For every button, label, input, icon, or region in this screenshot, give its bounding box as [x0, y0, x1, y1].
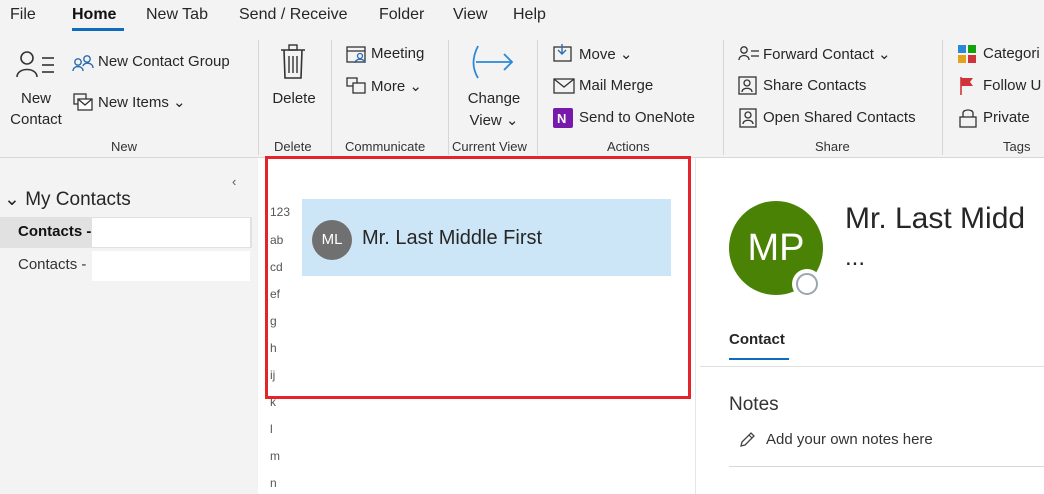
notes-divider — [729, 466, 1044, 467]
mail-merge-icon — [553, 77, 575, 95]
menu-bar: File Home New Tab Send / Receive Folder … — [0, 0, 1044, 32]
svg-text:N: N — [557, 111, 566, 126]
forward-contact-button[interactable]: Forward Contact ⌄ — [763, 45, 891, 63]
group-label-communicate: Communicate — [345, 139, 426, 154]
group-separator — [723, 40, 724, 155]
collapse-pane-icon[interactable]: ‹ — [232, 174, 236, 189]
new-items-button[interactable]: New Items ⌄ — [98, 93, 186, 111]
tab-folder[interactable]: Folder — [379, 6, 424, 24]
tab-file[interactable]: File — [10, 6, 36, 24]
pane-divider — [695, 158, 696, 494]
change-view-button-line1[interactable]: Change — [460, 90, 528, 107]
group-separator — [537, 40, 538, 155]
folder-item-label: Contacts - — [18, 256, 87, 273]
change-view-icon[interactable] — [472, 42, 516, 82]
tab-home[interactable]: Home — [72, 6, 116, 24]
active-tab-underline — [72, 28, 124, 31]
new-contact-group-button[interactable]: New Contact Group — [98, 53, 230, 70]
categorize-button[interactable]: Categori — [983, 45, 1040, 62]
contact-group-icon — [72, 54, 94, 72]
contact-full-name: Mr. Last Midd — [845, 202, 1026, 235]
group-label-new: New — [111, 139, 138, 154]
follow-up-flag-icon — [959, 76, 975, 96]
share-contacts-button[interactable]: Share Contacts — [763, 77, 866, 94]
presence-status-icon — [792, 269, 822, 299]
alpha-index-n[interactable]: n — [270, 476, 277, 490]
more-icon — [346, 77, 368, 95]
new-contact-button-line1[interactable]: New — [8, 90, 64, 107]
new-contact-button-line2[interactable]: Contact — [4, 111, 68, 128]
add-notes-input[interactable]: Add your own notes here — [766, 431, 933, 448]
folder-item-label: Contacts - — [18, 223, 92, 240]
notes-heading: Notes — [729, 394, 779, 415]
alpha-index-l[interactable]: l — [270, 422, 273, 436]
open-shared-contacts-icon — [738, 108, 758, 128]
trash-icon[interactable] — [279, 44, 307, 80]
private-button[interactable]: Private — [983, 109, 1030, 126]
new-items-icon — [72, 92, 94, 112]
tab-contact[interactable]: Contact — [729, 331, 785, 348]
tab-help[interactable]: Help — [513, 6, 546, 24]
lock-icon — [959, 108, 977, 128]
more-button[interactable]: More ⌄ — [371, 77, 422, 95]
redacted-area — [92, 251, 250, 281]
forward-contact-icon — [738, 45, 760, 63]
pencil-icon — [738, 431, 756, 454]
tab-divider — [700, 366, 1044, 367]
tab-contact-underline — [729, 358, 789, 360]
send-to-onenote-button[interactable]: Send to OneNote — [579, 109, 695, 126]
group-label-share: Share — [815, 139, 850, 154]
redacted-area — [92, 218, 250, 247]
mail-merge-button[interactable]: Mail Merge — [579, 77, 653, 94]
group-separator — [331, 40, 332, 155]
onenote-icon: N — [553, 108, 573, 128]
change-view-button-line2[interactable]: View ⌄ — [460, 111, 528, 129]
follow-up-button[interactable]: Follow U — [983, 77, 1041, 94]
folder-item-contacts-selected[interactable]: Contacts - — [0, 217, 252, 248]
meeting-icon — [346, 44, 368, 64]
group-separator — [448, 40, 449, 155]
chevron-down-icon: ⌄ — [4, 189, 20, 210]
tab-send-receive[interactable]: Send / Receive — [239, 6, 348, 24]
group-label-actions: Actions — [607, 139, 650, 154]
share-contacts-icon — [738, 76, 758, 96]
tab-new-tab[interactable]: New Tab — [146, 6, 208, 24]
delete-button[interactable]: Delete — [266, 90, 322, 107]
alpha-index-m[interactable]: m — [270, 449, 280, 463]
tab-view[interactable]: View — [453, 6, 487, 24]
open-shared-contacts-button[interactable]: Open Shared Contacts — [763, 109, 916, 126]
group-separator — [942, 40, 943, 155]
group-label-current-view: Current View — [452, 139, 527, 154]
meeting-button[interactable]: Meeting — [371, 45, 424, 62]
group-label-delete: Delete — [274, 139, 312, 154]
categorize-icon — [958, 45, 976, 63]
new-contact-icon[interactable] — [16, 50, 56, 80]
group-label-tags: Tags — [1003, 139, 1031, 154]
name-overflow-ellipsis: ... — [845, 244, 866, 271]
move-button[interactable]: Move ⌄ — [579, 45, 632, 63]
folder-item-contacts[interactable]: Contacts - — [0, 250, 252, 281]
my-contacts-heading[interactable]: ⌄ My Contacts — [4, 188, 131, 211]
highlight-box — [265, 156, 691, 399]
my-contacts-label: My Contacts — [25, 189, 131, 210]
group-separator — [258, 40, 259, 155]
move-icon — [553, 43, 575, 63]
